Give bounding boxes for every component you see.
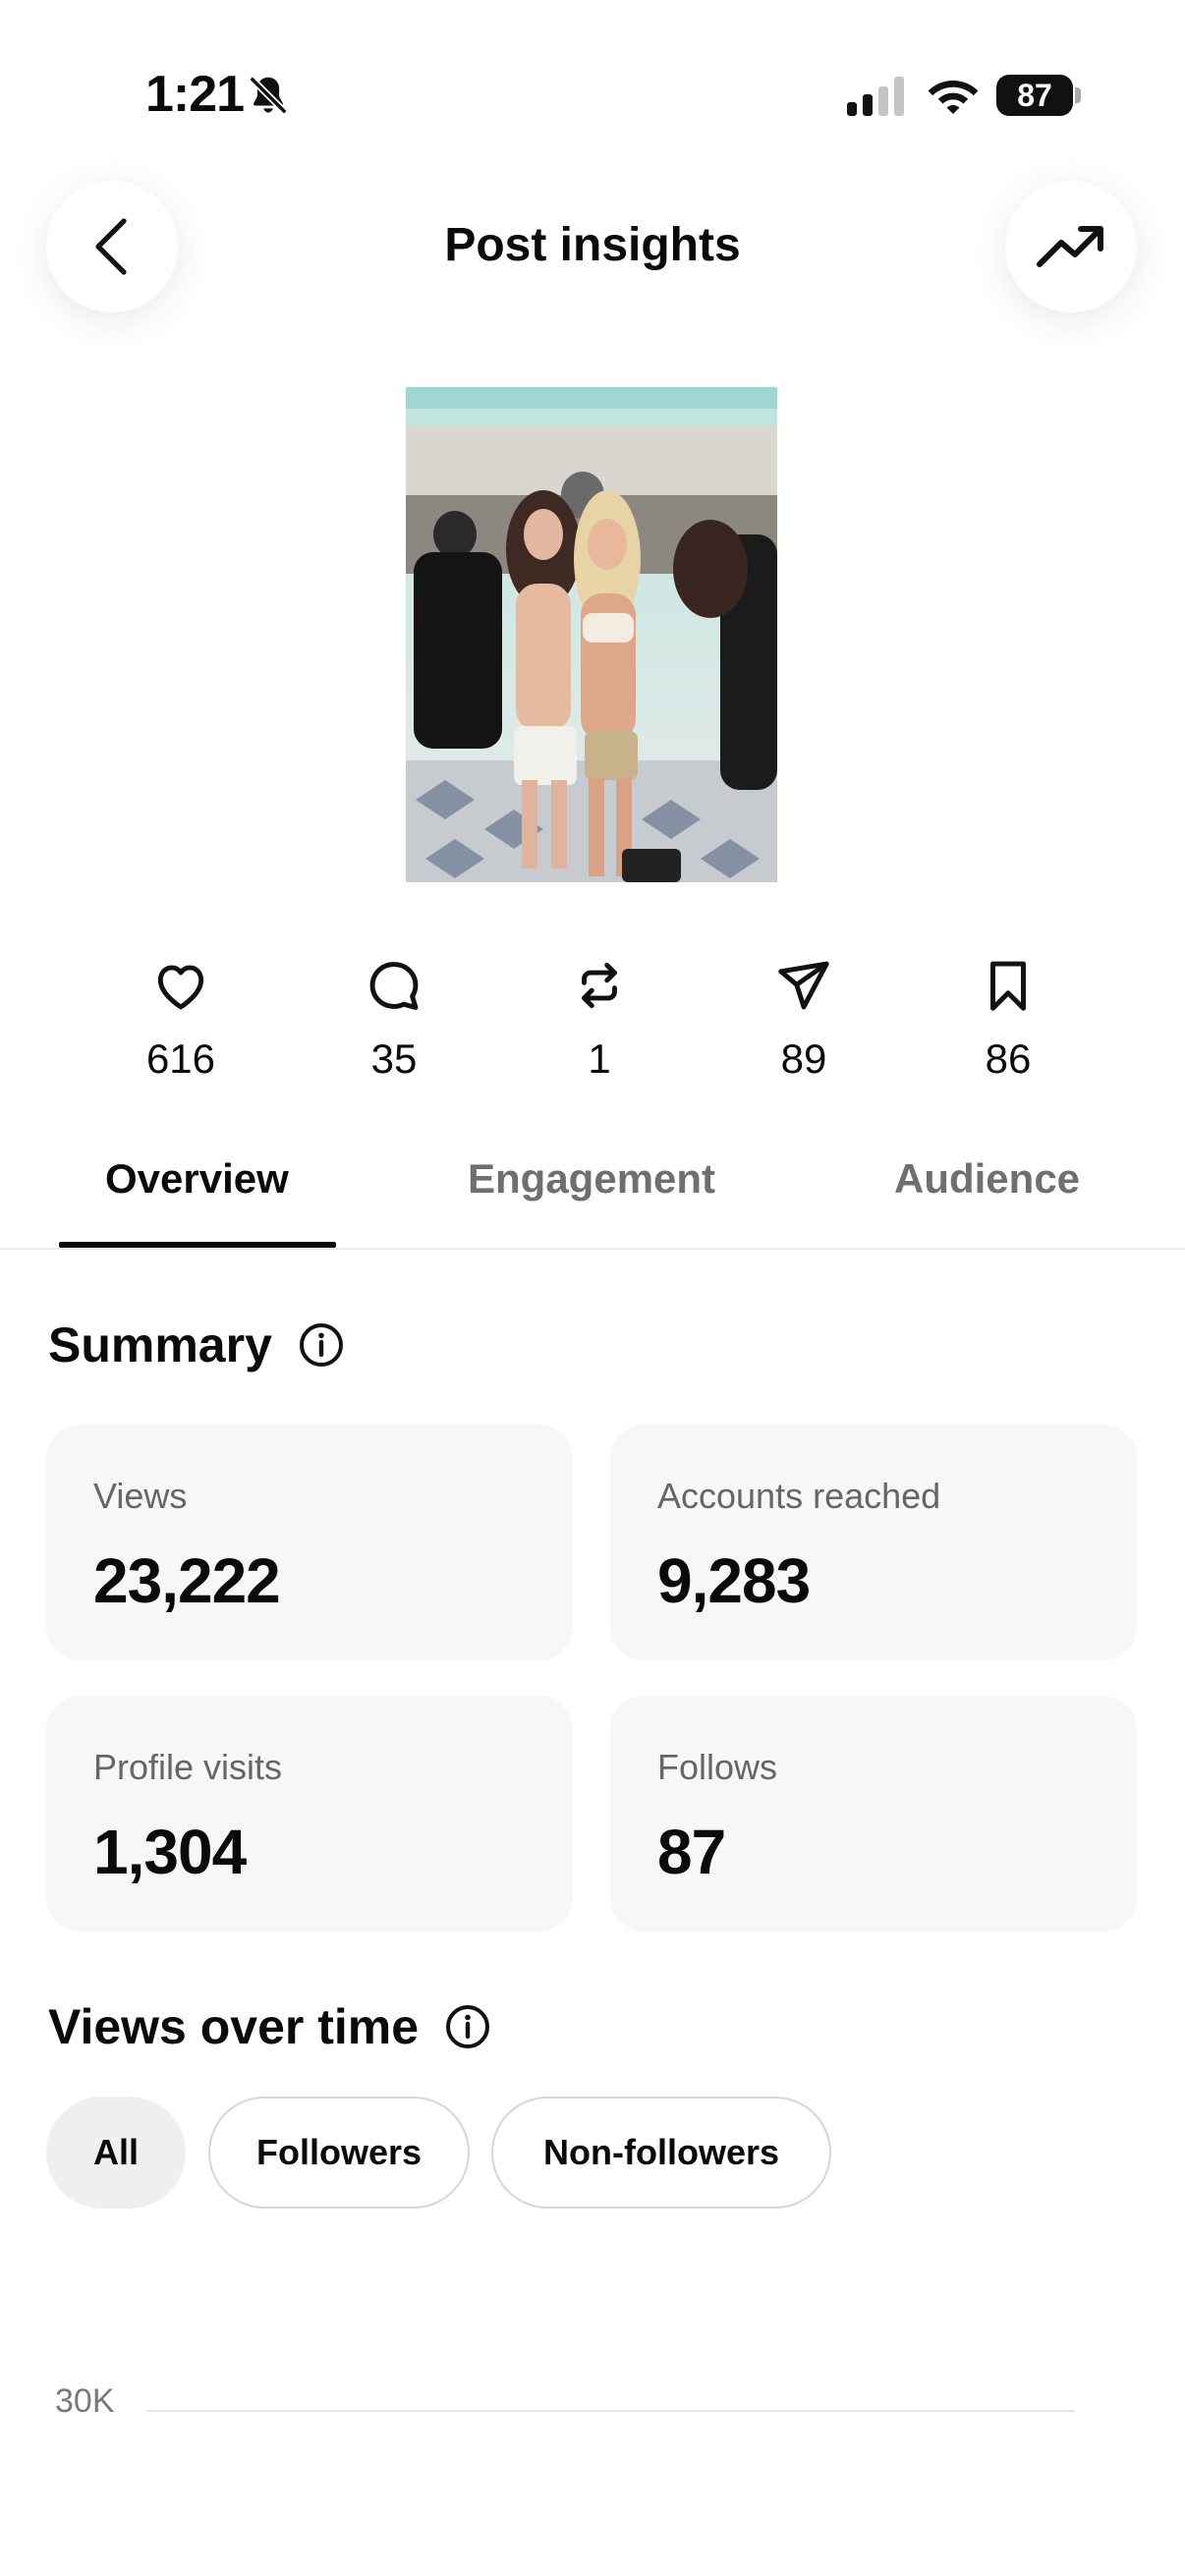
reposts-stat: 1 [521, 955, 678, 1083]
profile-visits-card: Profile visits 1,304 [46, 1696, 573, 1932]
accounts-reached-card: Accounts reached 9,283 [610, 1425, 1137, 1660]
accounts-reached-label: Accounts reached [657, 1476, 941, 1516]
post-thumbnail[interactable] [406, 387, 777, 882]
bookmark-icon [990, 961, 1026, 1011]
profile-visits-value: 1,304 [93, 1817, 247, 1887]
trending-button[interactable] [1005, 181, 1137, 312]
views-over-time-chart: 30K [55, 2382, 1075, 2420]
views-label: Views [93, 1476, 188, 1516]
insights-tabs: Overview Engagement Audience [0, 1120, 1185, 1250]
saves-count: 86 [985, 1036, 1032, 1082]
comment-icon [369, 962, 419, 1010]
bell-muted-icon [249, 76, 288, 115]
tab-engagement[interactable]: Engagement [468, 1155, 715, 1203]
wifi-icon [928, 81, 979, 114]
post-photo [406, 387, 777, 882]
cellular-signal-icon [847, 77, 904, 116]
summary-title: Summary [48, 1317, 272, 1372]
info-icon[interactable] [444, 2003, 491, 2050]
views-card: Views 23,222 [46, 1425, 573, 1660]
comments-stat: 35 [315, 955, 473, 1083]
battery-tip [1075, 87, 1081, 103]
heart-icon [157, 965, 204, 1010]
status-time: 1:21 [145, 66, 245, 123]
follows-card: Follows 87 [610, 1696, 1137, 1932]
comments-count: 35 [370, 1036, 418, 1082]
tab-overview[interactable]: Overview [105, 1155, 289, 1203]
filter-chip-followers[interactable]: Followers [208, 2097, 470, 2209]
views-value: 23,222 [93, 1545, 281, 1616]
active-tab-indicator [59, 1242, 336, 1248]
views-over-time-heading: Views over time [48, 1998, 491, 2055]
views-over-time-title: Views over time [48, 1999, 420, 2054]
battery-indicator: 87 [996, 75, 1081, 116]
filter-chip-non-followers[interactable]: Non-followers [491, 2097, 831, 2209]
summary-heading: Summary [48, 1316, 345, 1373]
reposts-count: 1 [588, 1036, 611, 1082]
tab-audience[interactable]: Audience [894, 1155, 1080, 1203]
battery-level: 87 [996, 75, 1073, 116]
share-icon [778, 961, 829, 1010]
saves-stat: 86 [930, 955, 1087, 1083]
status-bar: 1:21 87 [0, 0, 1185, 147]
info-icon[interactable] [298, 1321, 345, 1369]
accounts-reached-value: 9,283 [657, 1545, 811, 1616]
repost-icon [582, 962, 617, 1009]
shares-stat: 89 [725, 955, 882, 1083]
follows-label: Follows [657, 1747, 778, 1787]
filter-chip-all[interactable]: All [46, 2097, 186, 2209]
likes-stat: 616 [102, 955, 259, 1083]
follows-value: 87 [657, 1817, 726, 1887]
trending-up-icon [1037, 226, 1103, 267]
profile-visits-label: Profile visits [93, 1747, 283, 1787]
shares-count: 89 [780, 1036, 827, 1082]
likes-count: 616 [145, 1036, 216, 1082]
y-tick-label: 30K [55, 2382, 115, 2420]
